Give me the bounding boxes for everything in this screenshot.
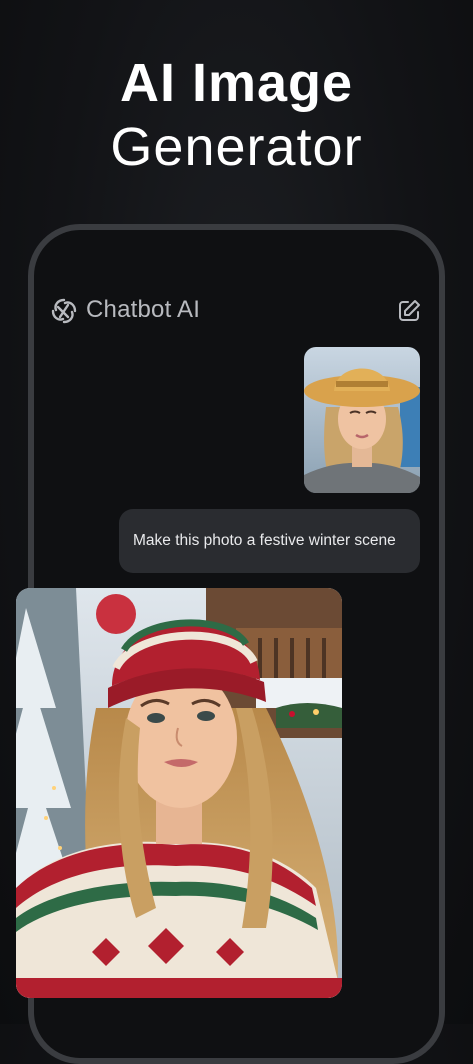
promo-headline: AI Image Generator xyxy=(0,52,473,180)
generated-result-photo[interactable] xyxy=(16,588,342,998)
user-message-text: Make this photo a festive winter scene xyxy=(133,532,396,549)
user-uploaded-photo[interactable] xyxy=(304,347,420,493)
headline-line-1: AI Image xyxy=(119,53,354,113)
chatbot-logo-icon xyxy=(51,298,77,324)
edit-icon[interactable] xyxy=(396,298,422,324)
app-title: Chatbot AI xyxy=(86,296,201,323)
headline-line-2: Generator xyxy=(110,117,363,177)
user-message-bubble: Make this photo a festive winter scene xyxy=(119,509,420,573)
app-header: Chatbot AI xyxy=(50,294,422,330)
